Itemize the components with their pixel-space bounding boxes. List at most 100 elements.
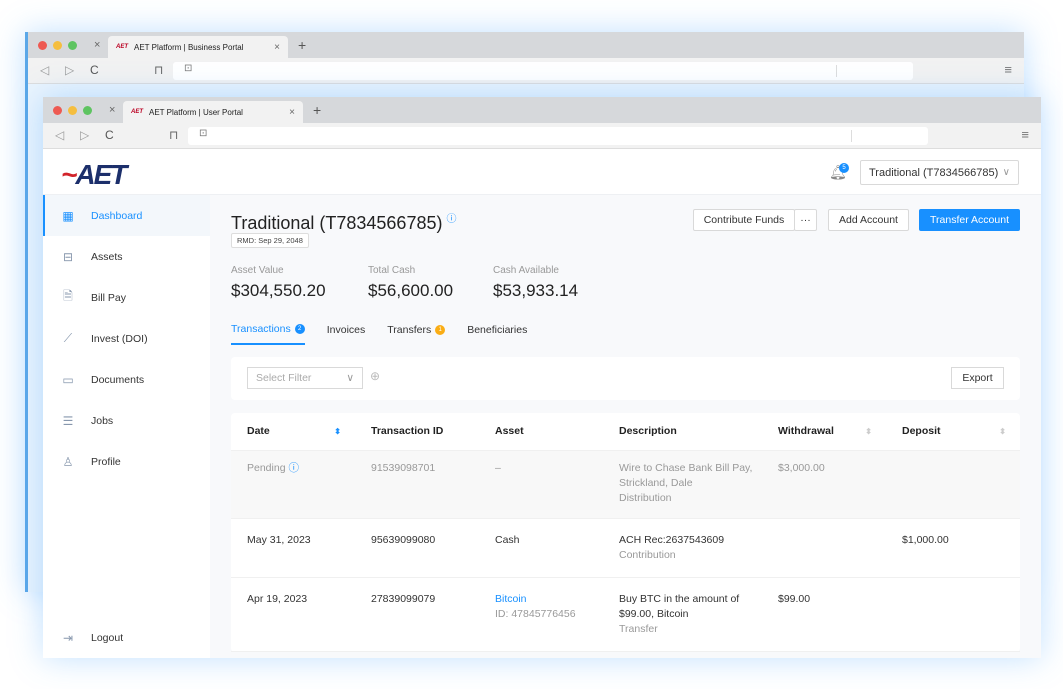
window-maximize-dot[interactable]: [83, 106, 92, 115]
stat-total-cash: Total Cash $56,600.00: [368, 265, 453, 301]
account-selector[interactable]: Traditional (T7834566785) ∨: [860, 160, 1019, 185]
cell-asset: Cash: [495, 534, 520, 546]
sidebar-item-dashboard[interactable]: ▦ Dashboard: [43, 195, 210, 236]
asset-link[interactable]: Bitcoin: [495, 592, 603, 607]
tab-title: AET Platform | User Portal: [149, 107, 243, 117]
menu-icon[interactable]: ≡: [1004, 62, 1012, 77]
window-close-dot[interactable]: [53, 106, 62, 115]
sidebar-item-logout[interactable]: ⇥ Logout: [43, 617, 210, 658]
column-header-transaction-id: Transaction ID: [371, 425, 444, 437]
description-type: Distribution: [619, 492, 672, 504]
close-icon[interactable]: ×: [109, 104, 115, 116]
tab-transfers[interactable]: Transfers 1: [387, 323, 446, 345]
sort-icon[interactable]: ⬍: [334, 424, 341, 439]
eagle-wing-icon: ~: [61, 159, 77, 190]
add-filter-icon[interactable]: ⊕: [370, 369, 380, 383]
sidebar-item-invest[interactable]: ⟋ Invest (DOI): [43, 318, 210, 359]
info-icon[interactable]: ⓘ: [446, 214, 456, 225]
sidebar-item-bill-pay[interactable]: 🗎︎ Bill Pay: [43, 277, 210, 318]
reload-icon[interactable]: C: [90, 63, 99, 77]
screenshot-stage: × AET AET Platform | Business Portal × +…: [0, 0, 1063, 689]
cell-transaction-id: 95639099080: [371, 534, 436, 546]
browser-tab[interactable]: AET AET Platform | Business Portal ×: [108, 36, 288, 58]
add-account-button[interactable]: Add Account: [828, 209, 909, 231]
page-title: Traditional (T7834566785) ⓘ: [231, 210, 456, 234]
sidebar-item-documents[interactable]: ▭ Documents: [43, 359, 210, 400]
new-tab-icon[interactable]: +: [313, 102, 321, 118]
more-options-button[interactable]: ···: [794, 209, 817, 231]
sidebar-item-jobs[interactable]: ☰ Jobs: [43, 400, 210, 441]
window-maximize-dot[interactable]: [68, 41, 77, 50]
back-arrow-icon[interactable]: ◁: [40, 63, 49, 77]
new-tab-icon[interactable]: +: [298, 37, 306, 53]
column-header-description: Description: [619, 425, 677, 437]
logo-text: AET: [75, 159, 127, 190]
tab-close-icon[interactable]: ×: [289, 107, 295, 118]
stat-value: $53,933.14: [493, 281, 579, 300]
transactions-table: Date ⬍ Transaction ID Asset Description W…: [231, 413, 1020, 652]
lock-icon: ⊡: [184, 63, 193, 74]
briefcase-icon: ⊟: [62, 249, 74, 264]
aet-logo[interactable]: ~AET: [61, 159, 127, 191]
app-container: ~AET 🔔︎ 5 Traditional (T7834566785) ∨ ▦ …: [43, 150, 1041, 658]
forward-arrow-icon[interactable]: ▷: [80, 128, 89, 142]
sidebar-item-profile[interactable]: ♙ Profile: [43, 441, 210, 482]
account-title-text: Traditional (T7834566785): [231, 213, 443, 233]
cell-date: Apr 19, 2023: [247, 593, 308, 605]
sidebar-item-label: Dashboard: [91, 209, 143, 222]
export-button[interactable]: Export: [951, 367, 1004, 389]
asset-id: ID: 47845776456: [495, 608, 576, 620]
sidebar-item-label: Documents: [91, 373, 145, 386]
tab-bar: × AET AET Platform | User Portal × +: [43, 97, 1041, 123]
account-tabs: Transactions 2 Invoices Transfers 1 Bene…: [231, 323, 527, 345]
stat-value: $304,550.20: [231, 281, 326, 300]
forward-arrow-icon[interactable]: ▷: [65, 63, 74, 77]
url-divider: [851, 130, 852, 142]
info-icon[interactable]: ⓘ: [288, 462, 299, 474]
tab-label: Transactions: [231, 323, 291, 335]
table-row[interactable]: May 31, 2023 95639099080 Cash ACH Rec:26…: [231, 519, 1020, 578]
table-row[interactable]: Apr 19, 2023 27839099079 Bitcoin ID: 478…: [231, 578, 1020, 652]
tab-badge: 1: [435, 325, 446, 335]
menu-icon[interactable]: ≡: [1021, 127, 1029, 142]
reload-icon[interactable]: C: [105, 128, 114, 142]
filter-bar: Select Filter ∨ ⊕ Export: [231, 357, 1020, 400]
cell-asset: –: [495, 462, 501, 474]
tab-label: Beneficiaries: [467, 324, 528, 336]
contribute-funds-button[interactable]: Contribute Funds: [693, 209, 795, 231]
header-label: Date: [247, 425, 270, 437]
filter-select[interactable]: Select Filter ∨: [247, 367, 363, 389]
tab-beneficiaries[interactable]: Beneficiaries: [467, 323, 527, 345]
chevron-down-icon: ∨: [1002, 167, 1010, 178]
tab-transactions[interactable]: Transactions 2: [231, 323, 305, 345]
column-header-date[interactable]: Date ⬍: [231, 424, 355, 439]
sidebar-item-label: Assets: [91, 250, 123, 263]
window-minimize-dot[interactable]: [53, 41, 62, 50]
chevron-down-icon: ∨: [346, 372, 354, 384]
table-row[interactable]: Pending ⓘ 91539098701 – Wire to Chase Ba…: [231, 451, 1020, 519]
tab-invoices[interactable]: Invoices: [327, 323, 366, 345]
transfer-account-button[interactable]: Transfer Account: [919, 209, 1020, 231]
description-text: Wire to Chase Bank Bill Pay, Strickland,…: [619, 462, 753, 489]
column-header-withdrawal[interactable]: Withdrawal ⬍: [762, 424, 886, 439]
window-minimize-dot[interactable]: [68, 106, 77, 115]
sidebar: ▦ Dashboard ⊟ Assets 🗎︎ Bill Pay ⟋ Inves…: [43, 195, 210, 658]
url-input[interactable]: [188, 127, 928, 145]
column-header-deposit[interactable]: Deposit ⬍: [886, 424, 1020, 439]
url-input[interactable]: [173, 62, 913, 80]
stat-asset-value: Asset Value $304,550.20: [231, 265, 326, 301]
sidebar-item-assets[interactable]: ⊟ Assets: [43, 236, 210, 277]
address-bar: ◁ ▷ C ⊓ ⊡ ≡: [28, 58, 1024, 84]
browser-tab[interactable]: AET AET Platform | User Portal ×: [123, 101, 303, 123]
sort-icon[interactable]: ⬍: [865, 424, 872, 439]
address-bar: ◁ ▷ C ⊓ ⊡ ≡: [43, 123, 1041, 149]
close-icon[interactable]: ×: [94, 39, 100, 51]
sidebar-item-label: Logout: [91, 631, 124, 644]
sort-icon[interactable]: ⬍: [999, 424, 1006, 439]
window-close-dot[interactable]: [38, 41, 47, 50]
tab-close-icon[interactable]: ×: [274, 42, 280, 53]
bookmark-icon[interactable]: ⊓: [154, 63, 163, 77]
sidebar-item-label: Invest (DOI): [91, 332, 148, 345]
bookmark-icon[interactable]: ⊓: [169, 128, 178, 142]
back-arrow-icon[interactable]: ◁: [55, 128, 64, 142]
